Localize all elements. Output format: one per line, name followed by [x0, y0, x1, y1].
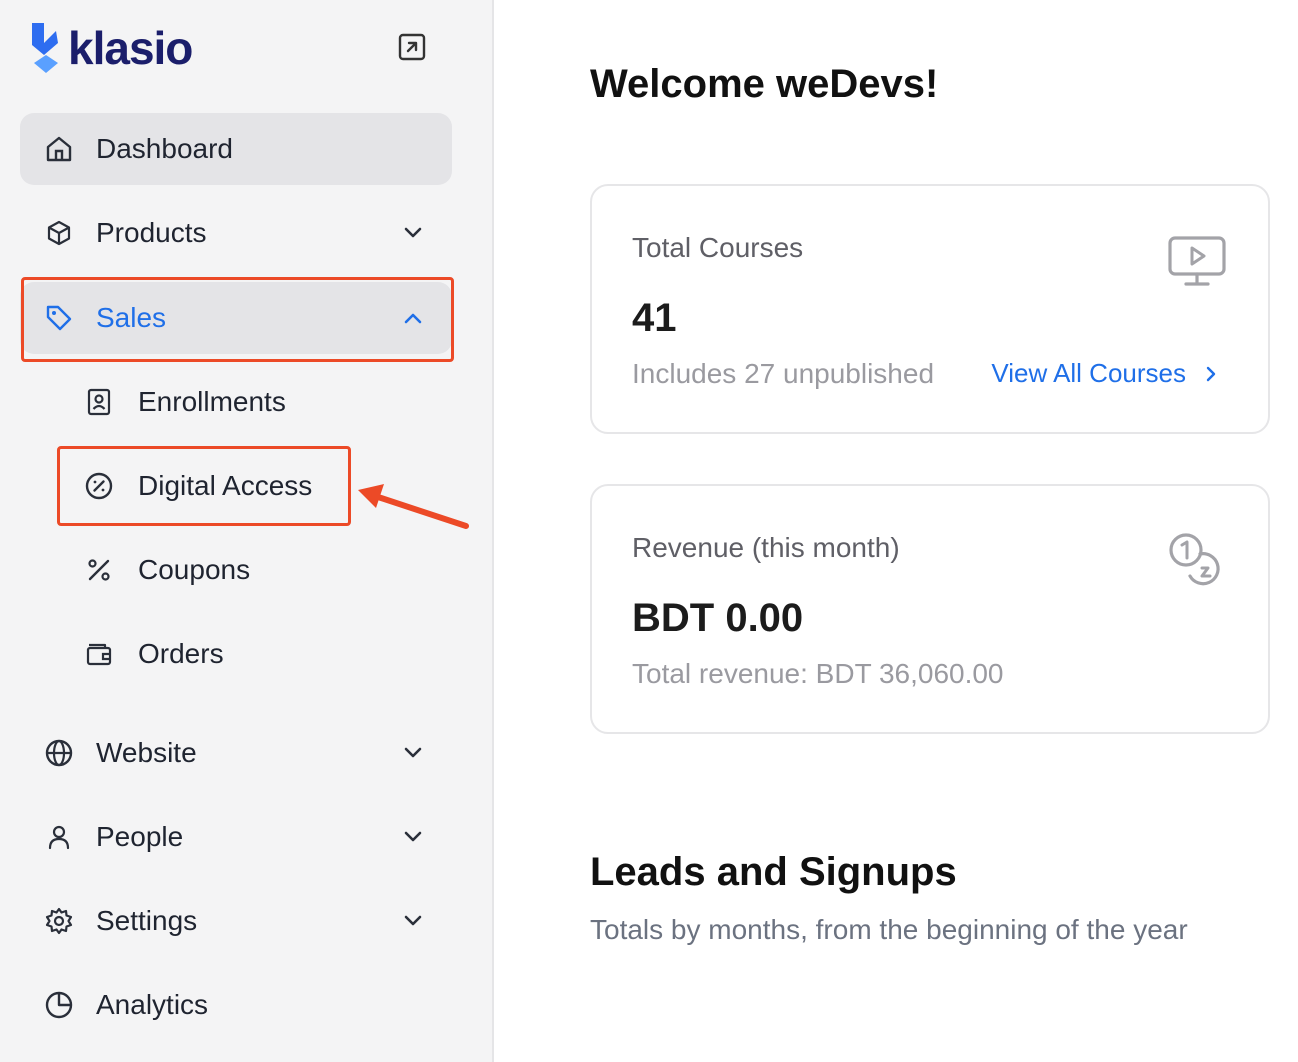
sidebar-item-label: Settings	[96, 905, 198, 936]
tag-icon	[44, 303, 74, 333]
chevron-right-icon	[1206, 366, 1216, 381]
pie-chart-icon	[44, 990, 74, 1020]
total-courses-card: Total Courses 41 Includes 27 unpublished…	[590, 184, 1270, 434]
gear-icon	[44, 906, 74, 936]
sidebar-item-products[interactable]: Products	[20, 197, 452, 269]
chevron-down-icon	[404, 227, 422, 238]
card-subtext: Total revenue: BDT 36,060.00	[632, 658, 1004, 689]
sidebar-item-website[interactable]: Website	[20, 717, 452, 789]
main-content: Welcome weDevs! Total Courses 41 Include…	[494, 0, 1298, 1062]
globe-icon	[44, 738, 74, 768]
open-external-icon[interactable]	[397, 32, 427, 62]
contact-book-icon	[84, 387, 114, 417]
sidebar-item-sales[interactable]: Sales	[20, 282, 452, 354]
sidebar-item-label: People	[96, 821, 184, 852]
sidebar-subitem-enrollments[interactable]: Enrollments	[58, 362, 350, 442]
sidebar-item-label: Website	[96, 737, 197, 768]
wallet-icon	[84, 639, 114, 669]
sidebar-item-settings[interactable]: Settings	[20, 885, 452, 957]
revenue-card: Revenue (this month) BDT 0.00 Total reve…	[590, 484, 1270, 734]
percent-circle-icon	[84, 471, 114, 501]
sidebar-subitem-label: Coupons	[138, 554, 251, 585]
sidebar-subitem-label: Enrollments	[138, 386, 286, 417]
sidebar-subitem-coupons[interactable]: Coupons	[58, 530, 350, 610]
view-all-courses-link[interactable]: View All Courses	[991, 358, 1220, 389]
leads-section-subtitle: Totals by months, from the beginning of …	[590, 914, 1188, 945]
sidebar-item-analytics[interactable]: Analytics	[20, 969, 452, 1041]
annotation-arrow-icon	[358, 484, 469, 529]
sidebar-subitem-label: Digital Access	[138, 470, 313, 501]
sidebar-subitem-digital-access[interactable]: Digital Access	[58, 446, 350, 526]
chevron-up-icon	[404, 313, 422, 324]
sidebar-subitem-label: Orders	[138, 638, 224, 669]
card-value: 41	[632, 296, 677, 340]
sidebar-item-label: Analytics	[96, 989, 209, 1020]
klasio-logo-mark-icon	[32, 23, 58, 73]
card-subtext: Includes 27 unpublished	[632, 358, 935, 389]
home-icon	[44, 134, 74, 164]
card-value: BDT 0.00	[632, 596, 804, 640]
card-title: Revenue (this month)	[632, 532, 900, 563]
sidebar-item-label: Sales	[96, 302, 167, 333]
coins-icon	[1169, 533, 1220, 586]
sidebar-subitem-orders[interactable]: Orders	[58, 614, 350, 694]
card-title: Total Courses	[632, 232, 804, 263]
user-icon	[44, 822, 74, 852]
box-icon	[44, 218, 74, 248]
chevron-down-icon	[404, 831, 422, 842]
leads-section-title: Leads and Signups	[590, 850, 957, 894]
video-monitor-icon	[1168, 236, 1226, 286]
sidebar-item-people[interactable]: People	[20, 801, 452, 873]
sidebar-item-label: Dashboard	[96, 133, 233, 164]
sidebar: klasio Dashboard Products Sales Enrollme…	[0, 0, 494, 1062]
brand-logo[interactable]: klasio	[28, 20, 193, 76]
page-title: Welcome weDevs!	[590, 62, 939, 106]
chevron-down-icon	[404, 915, 422, 926]
link-label: View All Courses	[991, 358, 1186, 388]
percent-icon	[84, 555, 114, 585]
brand-name: klasio	[68, 22, 193, 74]
sidebar-item-label: Products	[96, 217, 207, 248]
sidebar-item-dashboard[interactable]: Dashboard	[20, 113, 452, 185]
chevron-down-icon	[404, 747, 422, 758]
